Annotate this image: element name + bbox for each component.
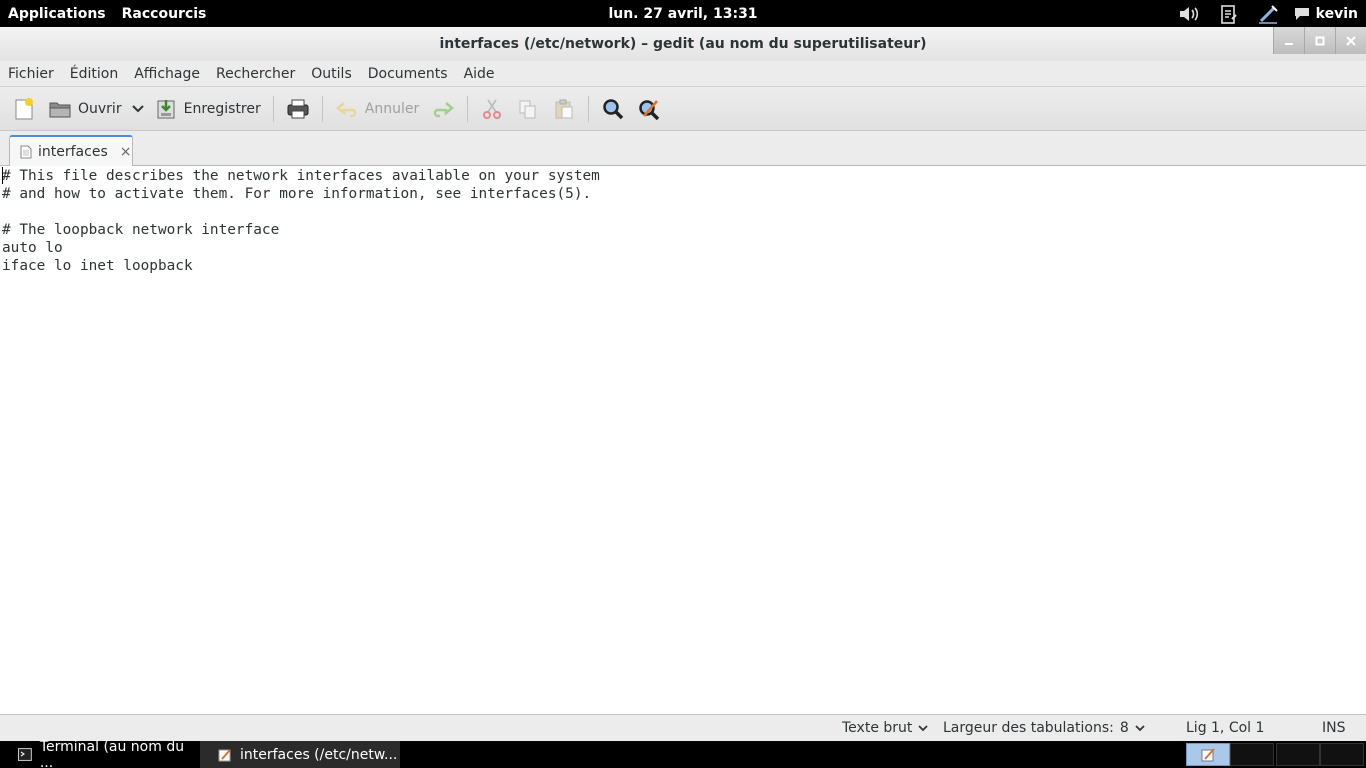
menu-bar: Fichier Édition Affichage Rechercher Out… [0,61,1366,87]
toolbar-separator [588,95,590,122]
save-icon [154,97,178,121]
new-document-icon [12,97,36,121]
workspace-3[interactable] [1276,743,1320,766]
window-controls [1273,27,1366,54]
maximize-button[interactable] [1304,27,1335,54]
paste-button[interactable] [546,92,582,126]
editor-line: iface lo inet loopback [2,258,193,274]
terminal-icon [18,748,32,761]
toolbar-separator [321,95,323,122]
search-icon [601,97,625,121]
text-file-icon [20,145,32,159]
taskbar: Terminal (au nom du ... interfaces (/etc… [0,738,1366,768]
menu-outils[interactable]: Outils [303,66,359,82]
user-name: kevin [1315,5,1358,22]
clock[interactable]: lun. 27 avril, 13:31 [608,6,757,22]
language-label: Texte brut [842,720,913,736]
user-menu[interactable]: kevin [1294,6,1366,22]
shortcuts-menu[interactable]: Raccourcis [114,6,215,22]
document-tabs: interfaces × [0,131,1366,167]
task-gedit[interactable]: interfaces (/etc/netw... [200,741,400,768]
accessibility-icon[interactable] [1254,0,1284,27]
workspace-4[interactable] [1320,743,1364,766]
toolbar: Ouvrir Enregistrer Annuler [0,87,1366,131]
undo-button[interactable]: Annuler [329,92,425,126]
new-document-button[interactable] [6,92,42,126]
close-window-button[interactable] [1335,27,1366,54]
editor-line: # and how to activate them. For more inf… [2,186,592,202]
minimize-button[interactable] [1273,27,1304,54]
workspace-2[interactable] [1230,743,1274,766]
redo-icon [431,97,455,121]
open-label: Ouvrir [78,100,122,117]
print-button[interactable] [280,92,316,126]
toolbar-separator [467,95,469,122]
copy-icon [516,97,540,121]
language-selector[interactable]: Texte brut [842,720,929,736]
menu-aide[interactable]: Aide [456,66,503,82]
tab-label: interfaces [38,144,108,160]
tab-width-label: Largeur des tabulations: [943,720,1114,736]
position-label: Lig 1, Col 1 [1186,720,1265,736]
task-terminal[interactable]: Terminal (au nom du ... [0,738,200,768]
save-label: Enregistrer [183,100,261,117]
toolbar-separator [272,95,274,122]
chevron-down-icon [1135,724,1145,731]
undo-icon [335,97,359,121]
open-button[interactable]: Ouvrir [42,92,128,126]
cut-button[interactable] [474,92,510,126]
paste-icon [552,97,576,121]
search-button[interactable] [595,92,631,126]
maximize-icon [1315,36,1325,45]
recent-files-dropdown[interactable] [128,92,148,126]
volume-icon[interactable] [1174,0,1204,27]
chat-icon [1294,7,1309,20]
scissors-icon [480,97,504,121]
tab-width-value: 8 [1119,720,1129,736]
task-label: Terminal (au nom du ... [39,738,185,768]
window-title: interfaces (/etc/network) – gedit (au no… [439,36,927,52]
printer-icon [286,97,310,121]
editor-line: # The loopback network interface [2,222,280,238]
insert-mode: INS [1322,720,1346,736]
task-label: interfaces (/etc/netw... [240,746,398,763]
menu-documents[interactable]: Documents [360,66,456,82]
close-icon [1346,35,1356,46]
applications-menu[interactable]: Applications [0,6,114,22]
chevron-down-icon [918,724,929,731]
clipboard-icon[interactable] [1214,0,1244,27]
save-button[interactable]: Enregistrer [148,92,267,126]
search-replace-button[interactable] [631,92,667,126]
editor-line: # This file describes the network interf… [2,168,600,184]
gedit-icon [1201,747,1215,761]
tab-interfaces[interactable]: interfaces × [9,135,133,167]
window-titlebar[interactable]: interfaces (/etc/network) – gedit (au no… [0,27,1366,61]
menu-affichage[interactable]: Affichage [126,66,208,82]
redo-button[interactable] [425,92,461,126]
text-editor[interactable]: # This file describes the network interf… [0,166,1366,714]
copy-button[interactable] [510,92,546,126]
folder-icon [48,97,72,121]
system-tray: kevin [1174,0,1366,27]
text-cursor [2,167,3,184]
status-bar: Texte brut Largeur des tabulations: 8 Li… [0,714,1366,741]
menu-fichier[interactable]: Fichier [0,66,62,82]
undo-label: Annuler [364,100,420,117]
gedit-icon [218,748,231,761]
tab-width-selector[interactable]: Largeur des tabulations: 8 [943,720,1145,736]
search-replace-icon [637,97,661,121]
mode-label: INS [1322,720,1346,736]
top-panel: Applications Raccourcis lun. 27 avril, 1… [0,0,1366,27]
minimize-icon [1285,42,1293,45]
chevron-down-icon [131,104,144,112]
workspace-1[interactable] [1186,743,1230,766]
cursor-position: Lig 1, Col 1 [1186,720,1264,736]
editor-line: auto lo [2,240,63,256]
tab-close-button[interactable]: × [120,144,132,160]
menu-rechercher[interactable]: Rechercher [208,66,303,82]
menu-edition[interactable]: Édition [62,66,126,82]
